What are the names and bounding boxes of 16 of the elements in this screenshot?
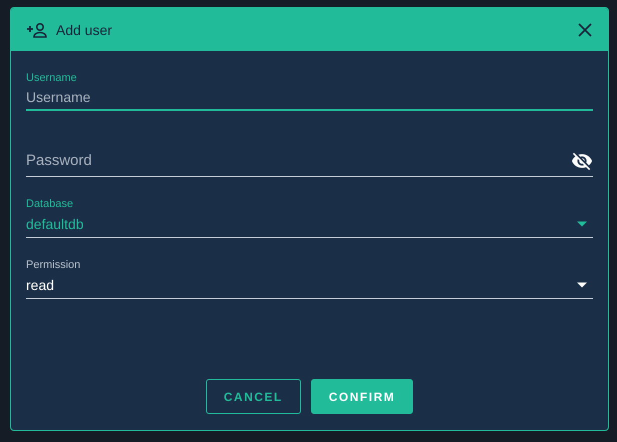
- username-input[interactable]: Username: [26, 85, 593, 111]
- close-button[interactable]: [576, 20, 594, 38]
- close-icon: [576, 20, 594, 38]
- caret-icon: [577, 221, 587, 227]
- caret-icon: [577, 282, 587, 288]
- select-field[interactable]: Permission read: [26, 258, 593, 299]
- field-label: Database: [26, 197, 74, 211]
- select-value: defaultdb: [26, 216, 85, 232]
- field-label: Username: [26, 71, 78, 85]
- select-field[interactable]: Database defaultdb: [26, 197, 593, 238]
- select-value: read: [26, 277, 56, 293]
- dialog-title: Add user: [56, 22, 114, 38]
- add-person-icon: [26, 22, 48, 38]
- eye-slash-icon[interactable]: [571, 150, 593, 172]
- cancel-button[interactable]: CANCEL: [206, 379, 301, 414]
- field-label: Permission: [26, 258, 82, 272]
